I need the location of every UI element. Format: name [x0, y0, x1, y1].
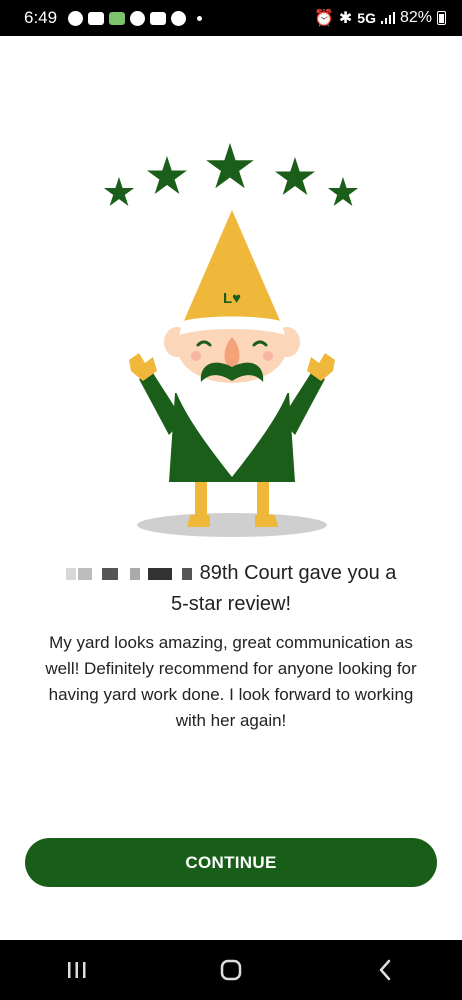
star-icon: [327, 177, 359, 206]
review-text: My yard looks amazing, great communicati…: [45, 633, 417, 730]
back-icon: [379, 959, 391, 981]
right-boot: [255, 515, 278, 527]
review-title: 89th Court gave you a 5-star review!: [0, 558, 462, 620]
network-type: 5G: [357, 10, 376, 26]
clock: 6:49: [24, 8, 58, 27]
home-icon: [220, 959, 242, 981]
review-title-text: 89th Court gave you a: [199, 562, 397, 584]
back-button[interactable]: [355, 948, 415, 992]
star-icon: [275, 157, 315, 195]
alarm-icon: ⏰: [313, 10, 334, 27]
bluetooth-icon: ✱: [338, 10, 353, 27]
status-bar-right: ⏰ ✱ 5G 82%: [314, 8, 446, 28]
star-icon: [103, 177, 135, 206]
gmail-icon: [150, 11, 167, 25]
recents-icon: [68, 962, 86, 978]
home-button[interactable]: [201, 948, 261, 992]
status-bar: 6:49 ⏰ ✱ 5G 82%: [0, 0, 462, 36]
review-title-line1: 89th Court gave you a: [0, 558, 462, 589]
right-cheek: [263, 351, 273, 361]
battery-icon: [437, 11, 446, 25]
review-title-line2: 5-star review!: [170, 593, 292, 615]
left-cheek: [191, 351, 201, 361]
battery-percent: 82%: [399, 9, 432, 26]
redacted-reviewer-name: [65, 558, 194, 589]
android-icon: [109, 11, 126, 25]
recents-button[interactable]: [47, 948, 107, 992]
signal-icon: [380, 12, 395, 24]
notification-icon: [88, 11, 105, 25]
continue-button[interactable]: CONTINUE: [25, 838, 437, 887]
star-icon: [147, 156, 187, 194]
star-icon: [206, 143, 254, 189]
wear-icon: [171, 10, 187, 26]
stars: [103, 143, 359, 206]
power-icon: [130, 10, 146, 26]
navigation-bar: [0, 940, 462, 1000]
left-boot: [187, 515, 210, 527]
more-notifications-icon: [197, 15, 203, 21]
dnd-icon: [68, 10, 84, 26]
status-bar-left: 6:49: [24, 8, 203, 28]
gnome-illustration: L♥: [103, 143, 359, 537]
hat-logo: L♥: [223, 290, 241, 307]
ground-shadow: [137, 513, 327, 537]
